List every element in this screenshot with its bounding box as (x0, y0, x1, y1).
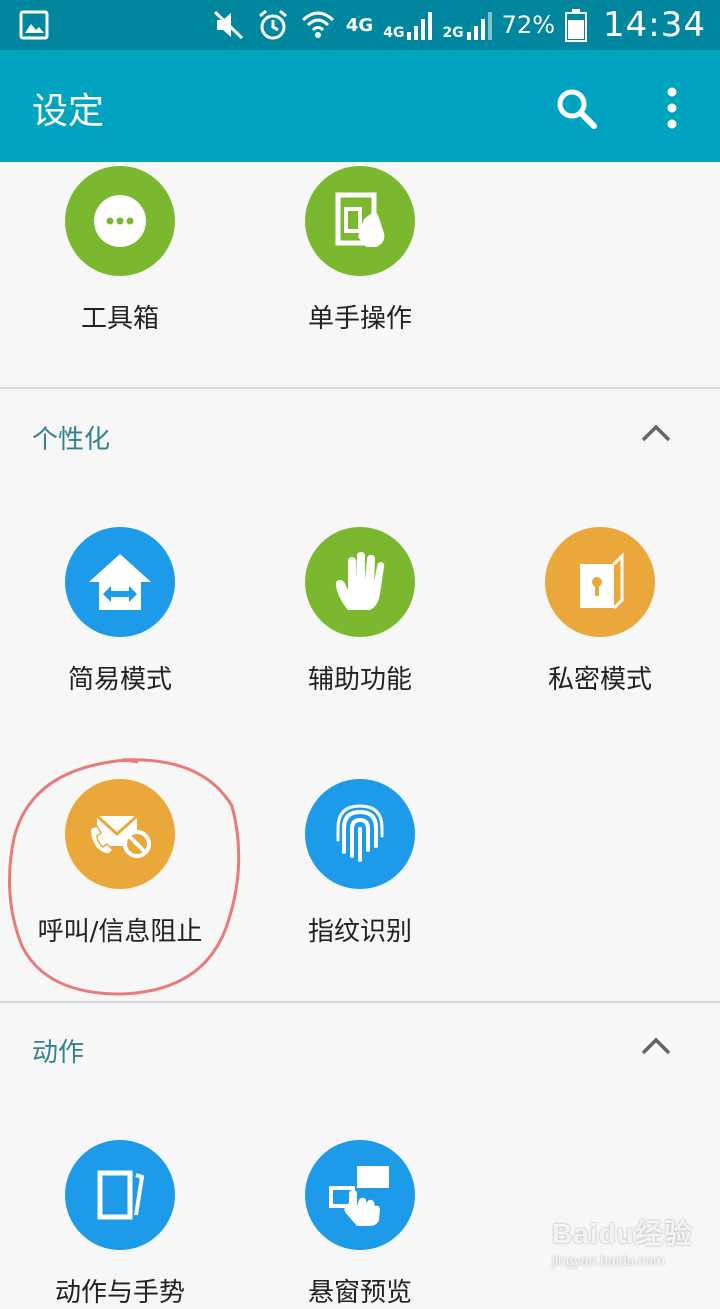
section-title: 个性化 (32, 425, 111, 455)
motion-icon (65, 1140, 175, 1250)
annotation-circle (8, 758, 241, 996)
hand-icon (305, 527, 415, 637)
tile-label: 悬窗预览 (307, 1278, 412, 1308)
sim1-network-label: 4G (383, 25, 405, 41)
tile-easy-mode[interactable]: 简易模式 (0, 527, 240, 696)
wifi-icon (301, 11, 334, 38)
watermark: Baidu经验 jingyan.baidu.com (552, 1212, 712, 1276)
status-bar: 4G 4G 2G 72% 14:34 (0, 0, 720, 50)
tile-fingerprint[interactable]: 指纹识别 (240, 779, 480, 948)
section-divider (0, 387, 720, 389)
gallery-icon (19, 10, 49, 40)
settings-grid: 工具箱 单手操作 个性化 简易模式 辅助功能 私密模式 呼叫/信息阻止 指纹识别… (0, 162, 720, 1308)
section-header-motion[interactable]: 动作 (0, 1010, 720, 1090)
chevron-up-icon[interactable] (640, 1036, 672, 1056)
section-divider (0, 1001, 720, 1003)
tile-accessibility[interactable]: 辅助功能 (240, 527, 480, 696)
toolbox-icon (65, 166, 175, 276)
one-hand-icon (305, 166, 415, 276)
tile-air-view[interactable]: 悬窗预览 (240, 1140, 480, 1309)
tile-label: 指纹识别 (307, 917, 412, 947)
tile-label: 辅助功能 (307, 665, 412, 695)
watermark-main: Baidu经验 (552, 1218, 693, 1249)
tile-toolbox[interactable]: 工具箱 (0, 166, 240, 335)
section-header-personalization[interactable]: 个性化 (0, 397, 720, 477)
tile-one-hand[interactable]: 单手操作 (240, 166, 480, 335)
fingerprint-icon (305, 779, 415, 889)
chevron-up-icon[interactable] (640, 423, 672, 443)
battery-percent: 72% (501, 11, 556, 39)
alarm-icon (258, 9, 287, 40)
signal-icon (466, 12, 492, 40)
section-title: 动作 (32, 1038, 85, 1068)
search-icon[interactable] (554, 86, 598, 130)
app-bar: 设定 (0, 50, 720, 162)
tile-label: 动作与手势 (54, 1278, 185, 1308)
signal-sim1: 4G (383, 10, 433, 41)
clock: 14:34 (603, 5, 706, 45)
page-title: 设定 (32, 91, 105, 132)
tile-motion-gestures[interactable]: 动作与手势 (0, 1140, 240, 1309)
watermark-sub: jingyan.baidu.com (552, 1252, 665, 1268)
sim2-network-label: 2G (442, 25, 464, 41)
signal-sim2: 2G (442, 10, 492, 41)
network-type-label: 4G (345, 14, 374, 36)
tile-label: 工具箱 (80, 304, 159, 334)
tile-label: 单手操作 (307, 304, 412, 334)
battery-icon (565, 9, 588, 42)
tile-label: 私密模式 (547, 665, 652, 695)
tile-label: 简易模式 (67, 665, 172, 695)
private-mode-icon (545, 527, 655, 637)
signal-icon (407, 12, 433, 40)
easy-mode-icon (65, 527, 175, 637)
more-vert-icon[interactable] (660, 86, 684, 130)
air-view-icon (305, 1140, 415, 1250)
tile-private-mode[interactable]: 私密模式 (480, 527, 720, 696)
mute-icon (213, 10, 243, 40)
